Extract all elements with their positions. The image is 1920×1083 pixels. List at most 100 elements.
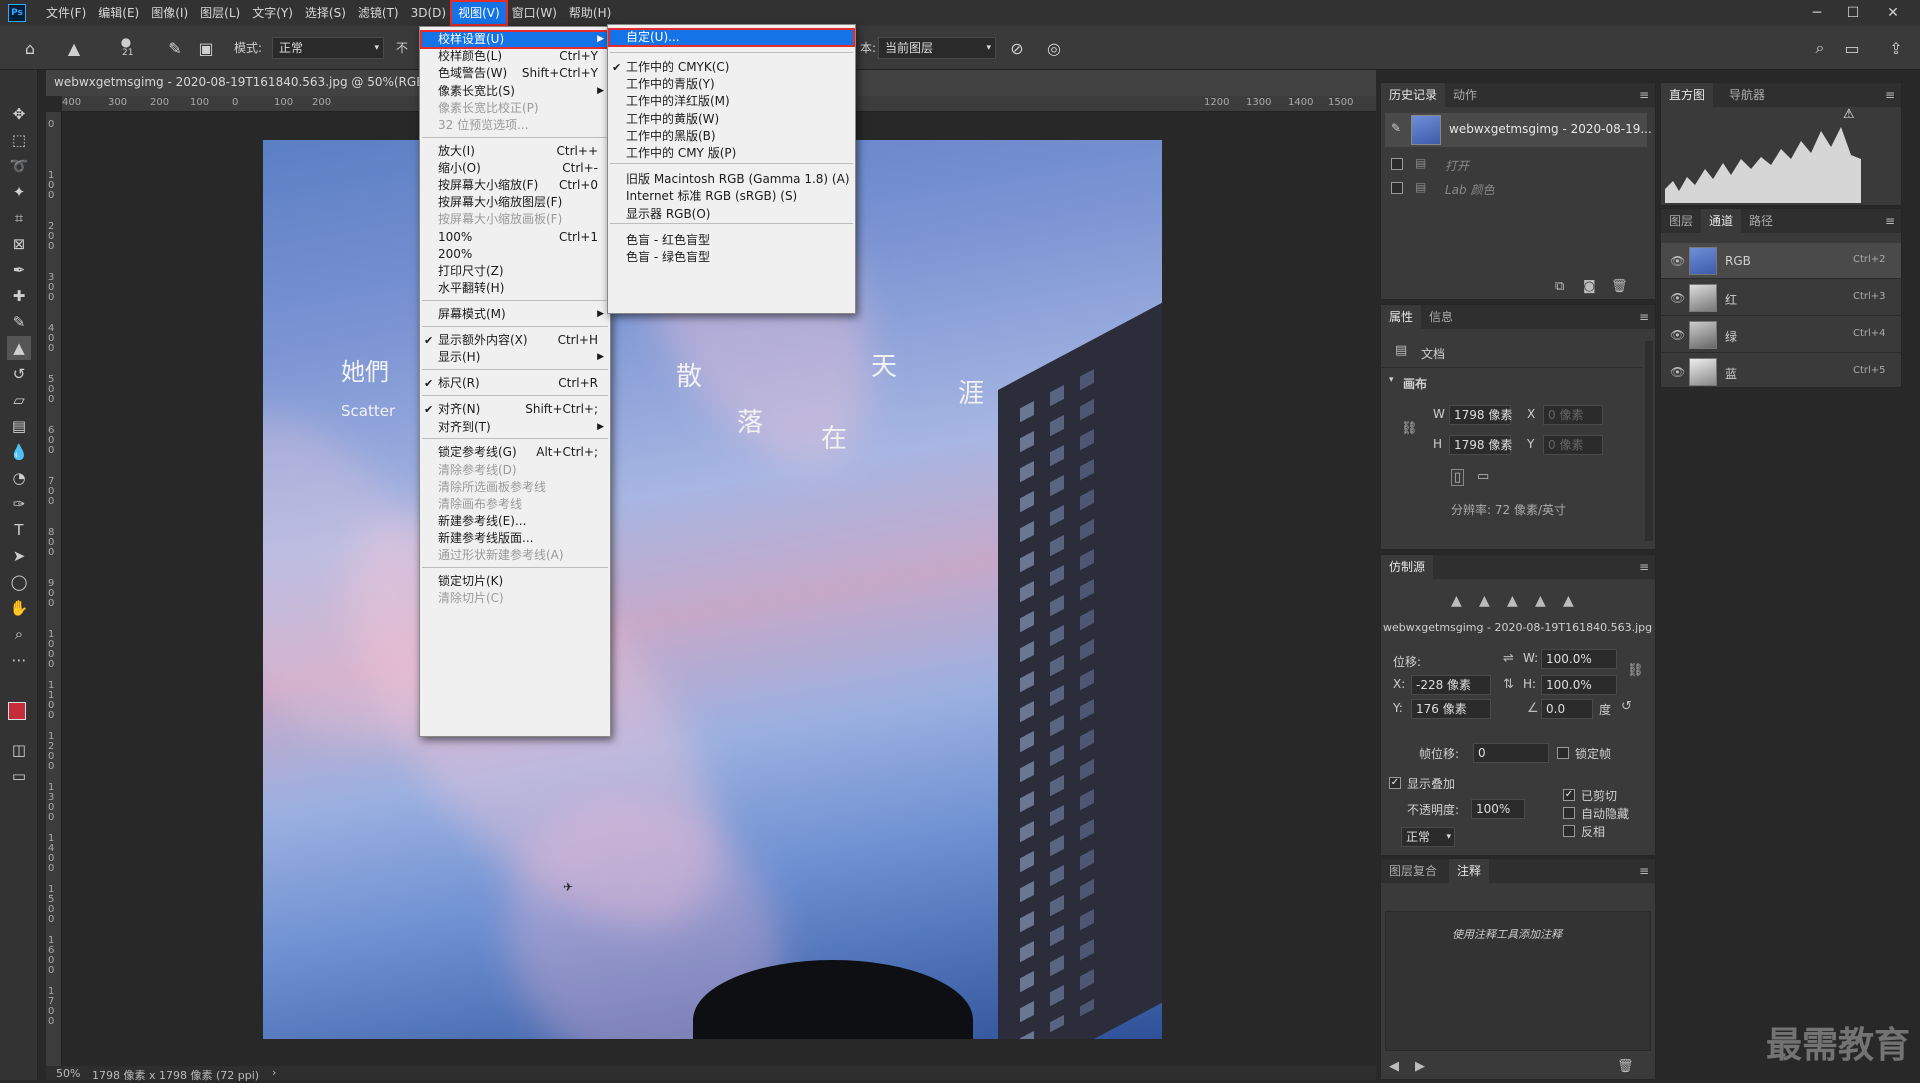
- screen-mode-icon[interactable]: ▭: [7, 764, 31, 788]
- view-menu-item[interactable]: 显示(H) ▶: [420, 348, 610, 367]
- reset-transform-icon[interactable]: ⇌: [1503, 651, 1514, 666]
- history-step-checkbox[interactable]: [1391, 182, 1403, 194]
- panel-menu-icon[interactable]: ≡: [1639, 88, 1649, 102]
- menu-6[interactable]: 滤镜(T): [352, 2, 405, 24]
- clone-stamp-tool-icon[interactable]: ▲: [7, 336, 31, 360]
- tab-info[interactable]: 信息: [1421, 305, 1461, 329]
- visibility-eye-icon[interactable]: 👁: [1670, 291, 1685, 305]
- eyedropper-tool-icon[interactable]: ✒: [7, 258, 31, 282]
- close-button[interactable]: ✕: [1870, 0, 1916, 26]
- menu-2[interactable]: 图像(I): [145, 2, 194, 24]
- proof-menu-item[interactable]: Internet 标准 RGB (sRGB) (S): [608, 187, 855, 206]
- channel-row[interactable]: 👁 红 Ctrl+3: [1661, 280, 1901, 316]
- home-icon[interactable]: ⌂: [18, 36, 42, 60]
- brush-panel-icon[interactable]: ✎: [163, 36, 187, 60]
- eraser-tool-icon[interactable]: ▱: [7, 388, 31, 412]
- trash-icon[interactable]: 🗑: [1617, 1059, 1634, 1074]
- hand-tool-icon[interactable]: ✋: [7, 596, 31, 620]
- visibility-eye-icon[interactable]: 👁: [1670, 365, 1685, 379]
- history-step[interactable]: ▤ 打开: [1385, 153, 1647, 175]
- new-document-from-state-icon[interactable]: ⧉: [1555, 279, 1564, 294]
- proof-menu-item[interactable]: 显示器 RGB(O): [608, 205, 855, 224]
- channel-row[interactable]: 👁 绿 Ctrl+4: [1661, 317, 1901, 353]
- workspace-icon[interactable]: ▭: [1840, 36, 1864, 60]
- tab-layer-comps[interactable]: 图层复合: [1381, 859, 1445, 883]
- vertical-ruler[interactable]: 0 1 0 0 2 0 0 3 0 0 4 0 0 5 0 0 6 0 0 7 0 0 8 0 …: [46, 112, 62, 1070]
- view-menu-item[interactable]: 色域警告(W) Shift+Ctrl+Y: [420, 64, 610, 83]
- canvas-width-field[interactable]: 1798 像素: [1449, 405, 1512, 425]
- clone-source-3-icon[interactable]: ▲: [1507, 593, 1518, 609]
- clone-source-2-icon[interactable]: ▲: [1479, 593, 1490, 609]
- sample-select[interactable]: 当前图层 ▾: [878, 37, 996, 59]
- clone-y-field[interactable]: 176 像素: [1411, 699, 1491, 719]
- channel-row[interactable]: 👁 RGB Ctrl+2: [1661, 243, 1901, 279]
- history-step-checkbox[interactable]: [1391, 158, 1403, 170]
- previous-note-icon[interactable]: ◀: [1389, 1059, 1399, 1074]
- chevron-down-icon[interactable]: ▾: [1389, 375, 1394, 385]
- menu-7[interactable]: 3D(D): [405, 2, 452, 24]
- move-tool-icon[interactable]: ✥: [7, 102, 31, 126]
- proof-menu-item[interactable]: 工作中的洋红版(M): [608, 92, 855, 111]
- foreground-color-swatch[interactable]: [8, 702, 26, 720]
- clone-stamp-preset-icon[interactable]: ▲: [62, 36, 86, 60]
- link-icon[interactable]: ⛓: [1401, 421, 1418, 436]
- clone-source-panel-icon[interactable]: ▣: [194, 36, 218, 60]
- panel-menu-icon[interactable]: ≡: [1639, 864, 1649, 878]
- frame-offset-field[interactable]: 0: [1473, 743, 1549, 763]
- channel-row[interactable]: 👁 蓝 Ctrl+5: [1661, 354, 1901, 390]
- landscape-orientation-icon[interactable]: ▭: [1477, 469, 1489, 484]
- tab-notes[interactable]: 注释: [1449, 859, 1490, 883]
- proof-menu-item[interactable]: 色盲 - 绿色盲型: [608, 248, 855, 267]
- menu-0[interactable]: 文件(F): [40, 2, 92, 24]
- panel-menu-icon[interactable]: ≡: [1639, 310, 1649, 324]
- show-overlay-checkbox[interactable]: ✓: [1389, 777, 1401, 789]
- tab-clone-source[interactable]: 仿制源: [1381, 555, 1434, 579]
- type-tool-icon[interactable]: T: [7, 518, 31, 542]
- menu-3[interactable]: 图层(L): [194, 2, 246, 24]
- tab-history[interactable]: 历史记录: [1381, 83, 1446, 107]
- auto-hide-checkbox[interactable]: [1563, 807, 1575, 819]
- tab-actions[interactable]: 动作: [1445, 83, 1485, 107]
- frame-tool-icon[interactable]: ⊠: [7, 232, 31, 256]
- more-tools-icon[interactable]: ⋯: [7, 648, 31, 672]
- blur-tool-icon[interactable]: 💧: [7, 440, 31, 464]
- canvas-x-field[interactable]: 0 像素: [1543, 405, 1603, 425]
- tab-navigator[interactable]: 导航器: [1721, 83, 1773, 107]
- status-zoom[interactable]: 50%: [56, 1067, 80, 1080]
- canvas-height-field[interactable]: 1798 像素: [1449, 435, 1512, 455]
- share-icon[interactable]: ⇪: [1884, 36, 1908, 60]
- tab-properties[interactable]: 属性: [1381, 305, 1422, 329]
- warning-icon[interactable]: ⚠: [1843, 107, 1855, 122]
- menu-1[interactable]: 编辑(E): [92, 2, 145, 24]
- menu-4[interactable]: 文字(Y): [246, 2, 299, 24]
- clone-source-4-icon[interactable]: ▲: [1535, 593, 1546, 609]
- marquee-tool-icon[interactable]: ⬚: [7, 128, 31, 152]
- lasso-tool-icon[interactable]: ➰: [7, 154, 31, 178]
- quick-mask-icon[interactable]: ◫: [7, 738, 31, 762]
- rotate-reset-icon[interactable]: ↺: [1621, 699, 1632, 714]
- gradient-tool-icon[interactable]: ▤: [7, 414, 31, 438]
- trash-icon[interactable]: 🗑: [1611, 279, 1628, 294]
- portrait-orientation-icon[interactable]: ▯: [1451, 469, 1465, 486]
- flip-icon[interactable]: ⇅: [1503, 677, 1514, 692]
- menu-9[interactable]: 窗口(W): [506, 2, 563, 24]
- mode-select[interactable]: 正常 ▾: [272, 37, 384, 59]
- history-snapshot[interactable]: ✎ webwxgetmsgimg - 2020-08-19...: [1385, 113, 1652, 147]
- clone-w-field[interactable]: 100.0%: [1541, 649, 1617, 669]
- menu-5[interactable]: 选择(S): [299, 2, 352, 24]
- magic-wand-tool-icon[interactable]: ✦: [7, 180, 31, 204]
- menu-10[interactable]: 帮助(H): [563, 2, 617, 24]
- path-selection-tool-icon[interactable]: ➤: [7, 544, 31, 568]
- healing-brush-tool-icon[interactable]: ✚: [7, 284, 31, 308]
- tab-channels[interactable]: 通道: [1701, 209, 1742, 233]
- clone-source-5-icon[interactable]: ▲: [1563, 593, 1574, 609]
- zoom-tool-icon[interactable]: ⌕: [7, 622, 31, 646]
- search-icon[interactable]: ⌕: [1808, 36, 1832, 60]
- tab-paths[interactable]: 路径: [1741, 209, 1781, 233]
- history-step[interactable]: ▤ Lab 颜色: [1385, 177, 1647, 199]
- ignore-adjustment-icon[interactable]: ⊘: [1005, 36, 1029, 60]
- overlay-opacity-field[interactable]: 100%: [1471, 799, 1525, 819]
- pressure-icon[interactable]: ◎: [1042, 36, 1066, 60]
- menu-8[interactable]: 视图(V): [450, 0, 508, 26]
- view-menu-item[interactable]: 水平翻转(H): [420, 279, 610, 298]
